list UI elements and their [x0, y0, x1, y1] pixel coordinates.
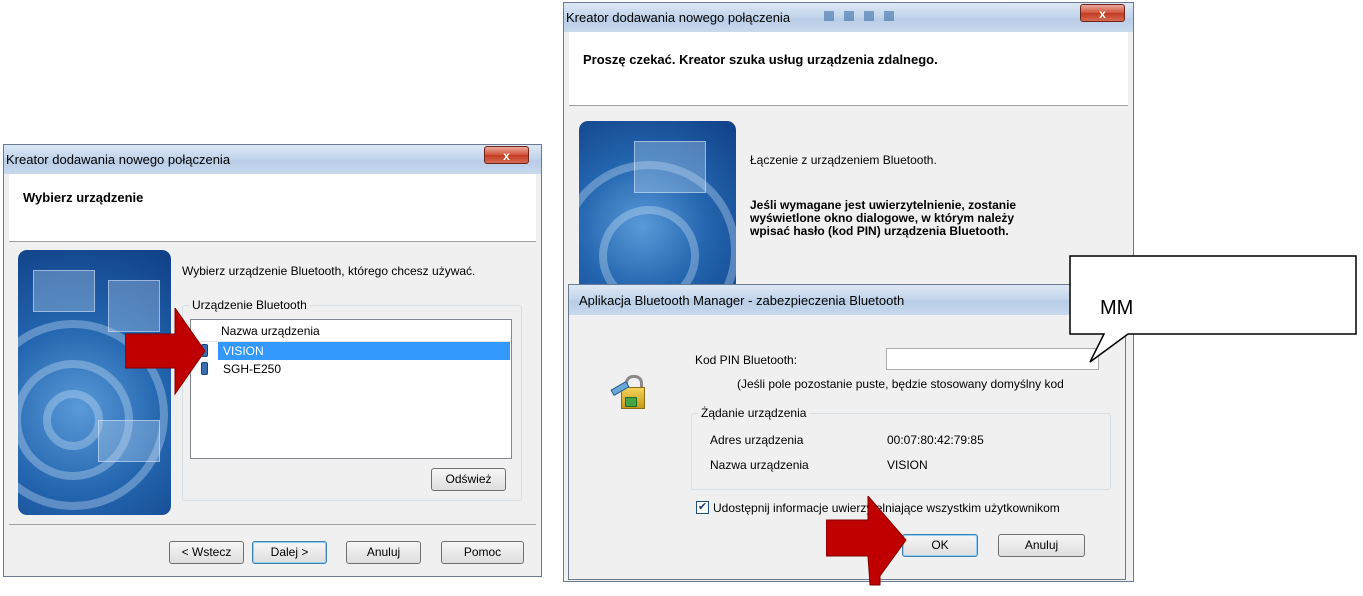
refresh-button[interactable]: Odśwież	[431, 468, 506, 491]
right-title-bar[interactable]: Kreator dodawania nowego połączenia x	[564, 3, 1133, 32]
left-footer-divider	[9, 524, 536, 525]
next-button[interactable]: Dalej >	[252, 541, 327, 564]
right-close-button[interactable]: x	[1080, 4, 1125, 22]
back-button[interactable]: < Wstecz	[169, 541, 244, 564]
right-header-panel: Proszę czekać. Kreator szuka usług urząd…	[569, 32, 1128, 106]
device-name: SGH-E250	[223, 362, 282, 376]
pin-hint: (Jeśli pole pozostanie puste, będzie sto…	[737, 377, 1064, 391]
name-value: VISION	[887, 458, 928, 472]
connecting-text: Łączenie z urządzeniem Bluetooth.	[750, 153, 937, 167]
security-window-title: Aplikacja Bluetooth Manager - zabezpiecz…	[579, 293, 905, 308]
right-heading: Proszę czekać. Kreator szuka usług urząd…	[583, 52, 938, 67]
left-close-button[interactable]: x	[484, 146, 529, 164]
share-checkbox[interactable]: ✔	[696, 501, 709, 514]
security-title-bar[interactable]: Aplikacja Bluetooth Manager - zabezpiecz…	[569, 285, 1125, 315]
device-list[interactable]: Nazwa urządzenia VISION SGH-E250	[190, 319, 512, 459]
callout-text: MM	[1100, 297, 1134, 319]
device-row[interactable]: SGH-E250	[191, 360, 511, 378]
left-wizard-dialog: Kreator dodawania nowego połączenia x Wy…	[3, 144, 542, 577]
title-bar-icons	[824, 11, 984, 23]
lock-key-icon	[610, 375, 645, 409]
device-column-header-label: Nazwa urządzenia	[221, 324, 320, 338]
left-title-bar[interactable]: Kreator dodawania nowego połączenia x	[4, 145, 541, 174]
device-column-header[interactable]: Nazwa urządzenia	[191, 320, 511, 342]
cancel-button[interactable]: Anuluj	[346, 541, 421, 564]
left-heading: Wybierz urządzenie	[23, 190, 144, 205]
name-label: Nazwa urządzenia	[710, 458, 809, 472]
left-instruction: Wybierz urządzenie Bluetooth, którego ch…	[182, 264, 476, 278]
illustration-ring	[599, 206, 699, 296]
auth-note-line: wpisać hasło (kod PIN) urządzenia Blueto…	[750, 224, 1009, 238]
right-window-title: Kreator dodawania nowego połączenia	[566, 10, 791, 25]
bluetooth-wizard-illustration	[579, 121, 736, 296]
pin-label: Kod PIN Bluetooth:	[695, 353, 798, 367]
illustration-ring	[43, 390, 103, 450]
address-label: Adres urządzenia	[710, 433, 804, 447]
left-window-title: Kreator dodawania nowego połączenia	[6, 152, 231, 167]
auth-note: Jeśli wymagane jest uwierzytelnienie, zo…	[750, 199, 1016, 238]
security-cancel-button[interactable]: Anuluj	[998, 534, 1085, 557]
laptop-shape	[98, 420, 160, 462]
laptop-shape	[634, 141, 706, 193]
device-row[interactable]: VISION	[191, 342, 511, 360]
device-request-group: Żądanie urządzenia	[691, 406, 1111, 490]
address-value: 00:07:80:42:79:85	[887, 433, 984, 447]
pin-input[interactable]	[886, 348, 1099, 370]
left-header-panel: Wybierz urządzenie	[9, 174, 536, 242]
arrow-to-vision	[125, 308, 206, 396]
device-request-group-label: Żądanie urządzenia	[698, 406, 810, 420]
fax-shape	[33, 270, 95, 312]
arrow-to-ok	[826, 496, 907, 586]
device-name: VISION	[223, 344, 264, 358]
help-button[interactable]: Pomoc	[441, 541, 524, 564]
